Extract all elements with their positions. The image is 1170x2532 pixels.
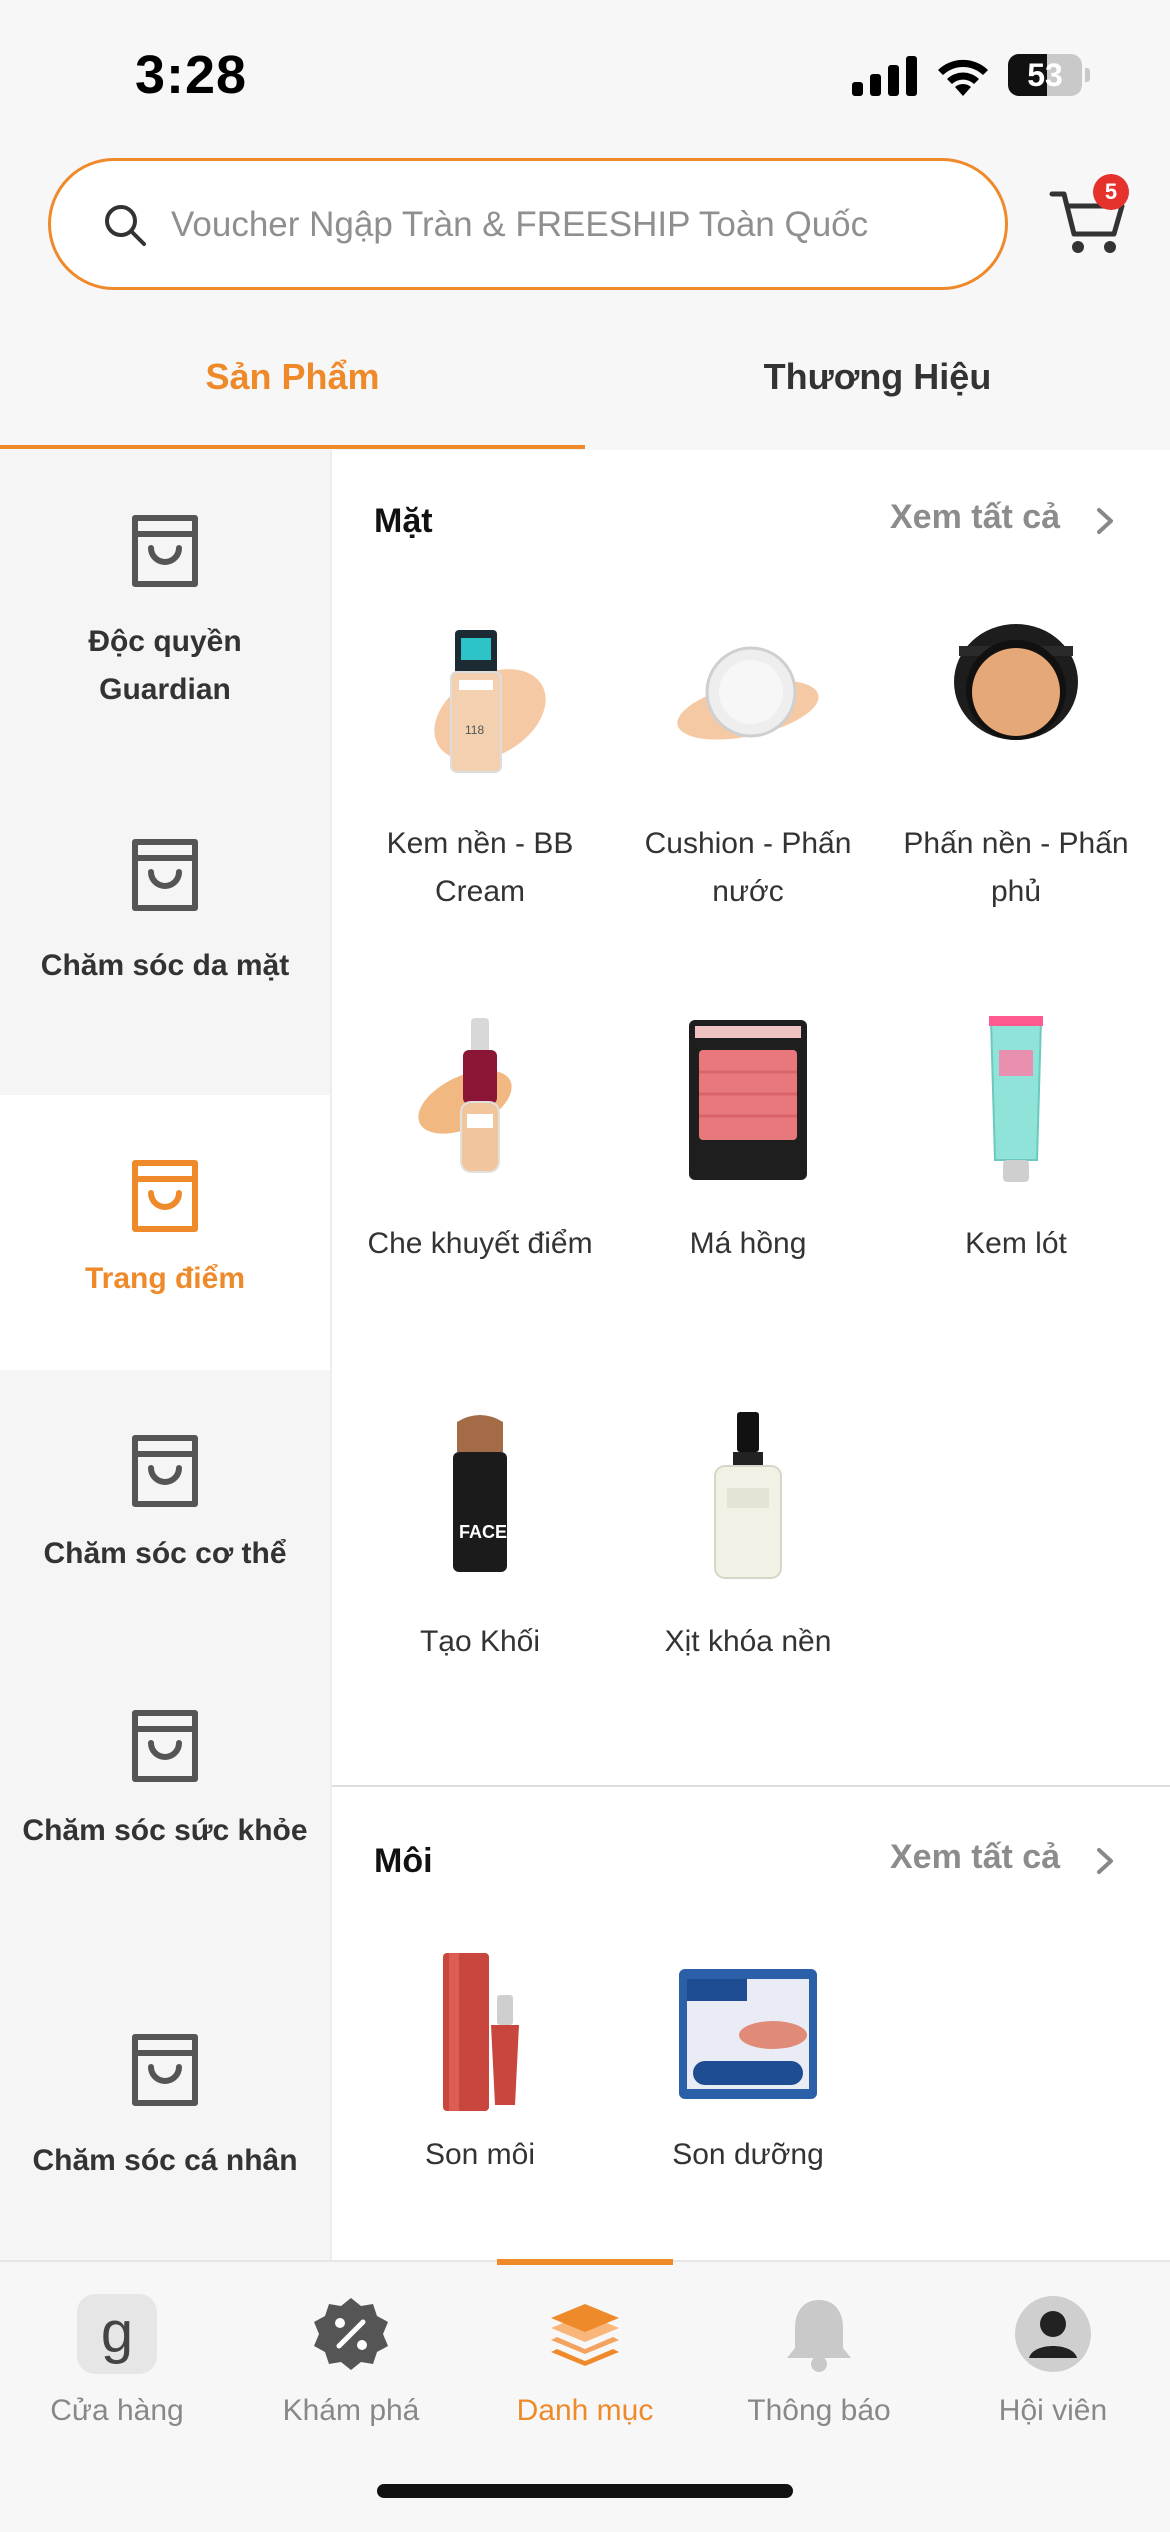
lip-balm-icon <box>679 1969 817 2099</box>
sidebar-item-face-care[interactable]: Chăm sóc da mặt <box>0 770 330 1090</box>
search-input[interactable] <box>171 189 971 261</box>
shopping-bag-icon <box>132 1160 198 1232</box>
nav-item-notifications[interactable]: Thông báo <box>702 2282 936 2452</box>
cellular-signal-icon <box>852 56 917 96</box>
sidebar-item-body-care[interactable]: Chăm sóc cơ thể <box>0 1370 330 1645</box>
shopping-bag-icon <box>132 515 198 587</box>
cushion-compact-icon <box>677 646 819 740</box>
nav-item-categories[interactable]: Danh mục <box>468 2282 702 2452</box>
tab-brands[interactable]: Thương Hiệu <box>585 310 1170 450</box>
shopping-bag-icon <box>132 839 198 911</box>
discount-badge-icon <box>314 2298 388 2370</box>
product-category-label: Tạo Khối <box>419 1625 541 1658</box>
section-title-face: Mặt <box>374 502 433 540</box>
sidebar-item-personal-care[interactable]: Chăm sóc cá nhân <box>0 1965 330 2260</box>
nav-label: Hội viên <box>998 2394 1108 2427</box>
product-category-label: Cushion - Phấn nước <box>644 827 852 908</box>
sidebar-item-label: Chăm sóc sức khỏe <box>22 1814 308 1847</box>
primer-tube-icon <box>989 1016 1043 1182</box>
svg-text:FACE: FACE <box>459 1522 507 1542</box>
product-category-label: Kem lót <box>965 1227 1067 1260</box>
powder-compact-icon <box>954 624 1078 740</box>
sidebar-item-label: Chăm sóc cơ thể <box>43 1537 287 1570</box>
cart-badge: 5 <box>1093 174 1129 210</box>
product-category-label: Má hồng <box>689 1227 807 1260</box>
product-category-label: Kem nền - BB Cream <box>386 827 574 908</box>
home-indicator <box>377 2484 793 2498</box>
sidebar-item-guardian-exclusive[interactable]: Độc quyền Guardian <box>0 450 330 770</box>
category-sidebar: Độc quyền Guardian Chăm sóc da mặt Trang… <box>0 450 330 2260</box>
sidebar-item-label: Chăm sóc da mặt <box>40 949 290 982</box>
section-divider <box>332 1785 1170 1787</box>
tab-active-underline <box>0 445 585 449</box>
chevron-right-icon[interactable] <box>1092 506 1118 536</box>
lipstick-icon <box>443 1953 519 2111</box>
layers-icon <box>551 2304 619 2366</box>
contour-stick-icon: FACE <box>453 1415 507 1572</box>
sidebar-item-label: Trang điểm <box>84 1262 246 1295</box>
shopping-bag-icon <box>132 1435 198 1507</box>
nav-label: Thông báo <box>747 2394 891 2427</box>
sidebar-item-makeup[interactable]: Trang điểm <box>0 1095 330 1370</box>
sidebar-item-label: Chăm sóc cá nhân <box>32 2144 298 2177</box>
see-all-lips-link[interactable]: Xem tất cả <box>890 1838 1060 1877</box>
status-bar: 3:28 53 <box>0 0 1170 150</box>
battery-icon: 53 <box>1008 54 1090 96</box>
nav-active-indicator <box>497 2259 673 2265</box>
sidebar-item-health-care[interactable]: Chăm sóc sức khỏe <box>0 1645 330 1965</box>
status-time: 3:28 <box>135 45 248 105</box>
header: 5 <box>0 150 1170 310</box>
category-tabs: Sản Phẩm Thương Hiệu <box>0 310 1170 450</box>
tab-products[interactable]: Sản Phẩm <box>0 310 585 450</box>
product-category-label: Son môi <box>424 2138 536 2171</box>
product-category-label: Che khuyết điểm <box>367 1227 593 1260</box>
concealer-icon <box>418 1018 512 1173</box>
svg-text:g: g <box>101 2300 133 2365</box>
bell-icon <box>787 2300 851 2372</box>
nav-label: Khám phá <box>282 2394 420 2427</box>
store-g-icon: g <box>77 2294 157 2374</box>
nav-label: Cửa hàng <box>50 2394 184 2427</box>
svg-text:118: 118 <box>465 723 484 737</box>
setting-spray-icon <box>714 1412 782 1579</box>
sidebar-item-label: Độc quyền Guardian <box>88 625 242 706</box>
shopping-bag-icon <box>132 2034 198 2106</box>
shopping-bag-icon <box>132 1710 198 1782</box>
user-icon <box>1015 2296 1091 2372</box>
chevron-right-icon[interactable] <box>1092 1846 1118 1876</box>
nav-item-member[interactable]: Hội viên <box>936 2282 1170 2452</box>
nav-item-explore[interactable]: Khám phá <box>234 2282 468 2452</box>
product-category-label: Phấn nền - Phấn phủ <box>903 827 1129 908</box>
product-category-label: Xịt khóa nền <box>664 1625 832 1658</box>
wifi-icon <box>938 59 988 96</box>
battery-percent: 53 <box>1027 57 1063 93</box>
product-category-label: Son dưỡng <box>672 2138 824 2171</box>
see-all-face-link[interactable]: Xem tất cả <box>890 498 1060 537</box>
foundation-bottle-icon: 118 <box>434 630 546 773</box>
section-title-lips: Môi <box>374 1842 433 1880</box>
search-icon <box>105 205 146 246</box>
blush-palette-icon <box>689 1020 807 1180</box>
nav-item-store[interactable]: g Cửa hàng <box>0 2282 234 2452</box>
nav-label: Danh mục <box>516 2394 654 2427</box>
category-content: Mặt Xem tất cả 118 Kem nền - BB Cream Cu… <box>330 450 1170 2260</box>
search-bar[interactable] <box>48 158 1008 290</box>
